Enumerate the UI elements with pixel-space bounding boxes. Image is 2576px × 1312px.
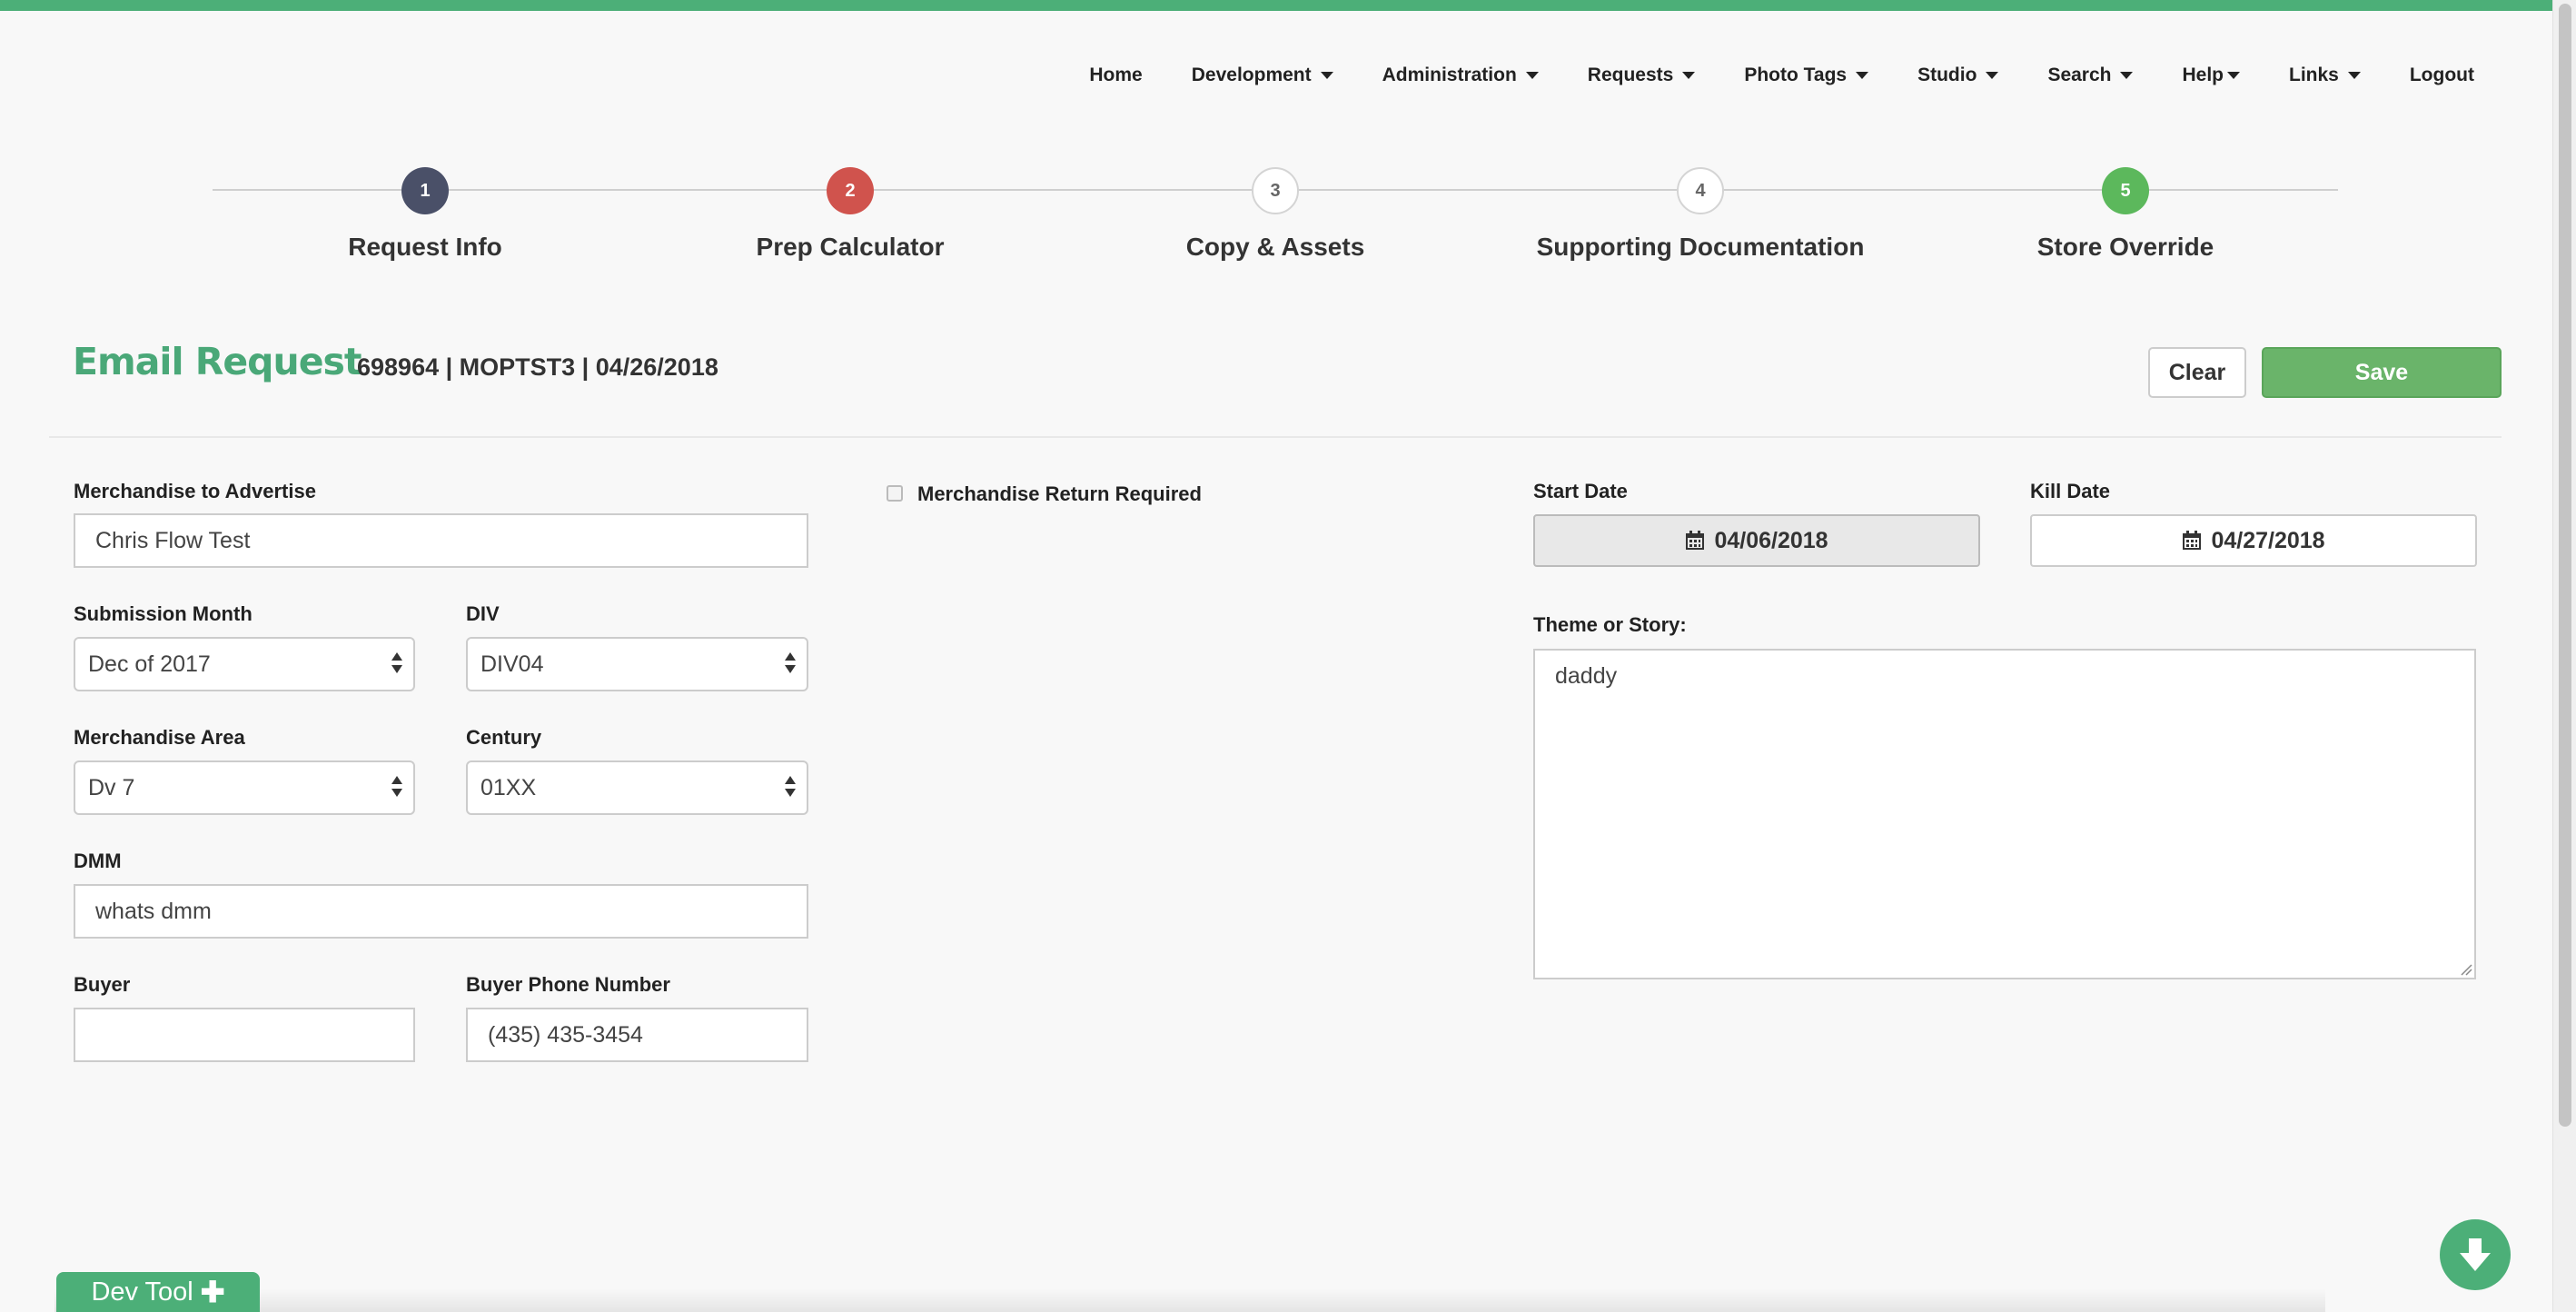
merchandise-input[interactable]: Chris Flow Test (74, 513, 808, 568)
caret-down-icon (1525, 72, 1539, 79)
step-copy-assets[interactable]: 3 Copy & Assets (1075, 167, 1475, 262)
header-divider (49, 436, 2502, 438)
buyer-input[interactable] (74, 1008, 415, 1062)
step-number: 4 (1677, 167, 1724, 214)
dmm-input[interactable]: whats dmm (74, 884, 808, 939)
save-button[interactable]: Save (2262, 347, 2502, 398)
scroll-thumb[interactable] (2559, 4, 2571, 1127)
clear-button[interactable]: Clear (2148, 347, 2246, 398)
caret-down-icon (2120, 72, 2134, 79)
kill-date-value: 04/27/2018 (2211, 527, 2325, 553)
nav-label: Development (1191, 65, 1312, 85)
buyer-phone-input[interactable]: (435) 435-3454 (466, 1008, 808, 1062)
select-arrows-icon (785, 651, 798, 677)
start-date-value: 04/06/2018 (1714, 527, 1828, 553)
arrow-down-icon (2460, 1238, 2491, 1271)
step-number: 5 (2102, 167, 2149, 214)
nav-requests[interactable]: Requests (1588, 65, 1696, 86)
step-supporting-documentation[interactable]: 4 Supporting Documentation (1501, 167, 1900, 262)
return-required-label: Merchandise Return Required (917, 482, 1202, 505)
theme-textarea[interactable]: daddy (1533, 649, 2476, 979)
step-number: 1 (401, 167, 449, 214)
div-value: DIV04 (481, 651, 544, 677)
step-label: Store Override (2036, 233, 2214, 261)
caret-down-icon (1682, 72, 1696, 79)
step-request-info[interactable]: 1 Request Info (225, 167, 625, 262)
start-date-field[interactable]: 04/06/2018 (1533, 514, 1980, 567)
submission-month-select[interactable]: Dec of 2017 (74, 637, 415, 691)
century-label: Century (466, 726, 542, 749)
nav-administration[interactable]: Administration (1382, 65, 1539, 86)
century-value: 01XX (481, 774, 537, 800)
return-required-checkbox[interactable] (887, 485, 903, 502)
select-arrows-icon (785, 775, 798, 800)
top-accent-bar (0, 0, 2576, 11)
merchandise-label: Merchandise to Advertise (74, 480, 316, 502)
div-label: DIV (466, 602, 500, 625)
bottom-shadow (54, 1288, 2325, 1312)
nav-search[interactable]: Search (2047, 65, 2134, 86)
kill-date-label: Kill Date (2030, 480, 2111, 502)
submission-month-value: Dec of 2017 (88, 651, 211, 677)
kill-date-field[interactable]: 04/27/2018 (2030, 514, 2477, 567)
buyer-phone-label: Buyer Phone Number (466, 973, 670, 996)
calendar-icon (1685, 531, 1705, 551)
nav-label: Search (2047, 65, 2112, 85)
merch-area-select[interactable]: Dv 7 (74, 760, 415, 815)
step-number: 2 (827, 167, 874, 214)
nav-label: Logout (2409, 65, 2474, 85)
nav-label: Home (1089, 65, 1143, 85)
main-nav: Home Development Administration Requests… (1040, 60, 2474, 91)
scroll-down-button[interactable] (2440, 1219, 2511, 1290)
dev-tool-button[interactable]: Dev Tool ✚ (56, 1272, 260, 1312)
nav-label: Links (2289, 65, 2339, 85)
merch-area-label: Merchandise Area (74, 726, 245, 749)
div-select[interactable]: DIV04 (466, 637, 808, 691)
nav-photo-tags[interactable]: Photo Tags (1744, 65, 1869, 86)
step-prep-calculator[interactable]: 2 Prep Calculator (650, 167, 1050, 262)
theme-label: Theme or Story: (1533, 613, 1687, 636)
calendar-icon (2182, 531, 2202, 551)
merch-area-value: Dv 7 (88, 774, 135, 800)
nav-studio[interactable]: Studio (1917, 65, 1999, 86)
nav-help[interactable]: Help (2182, 65, 2240, 86)
nav-label: Photo Tags (1744, 65, 1848, 85)
select-arrows-icon (391, 651, 404, 677)
step-label: Request Info (348, 233, 502, 261)
step-number: 3 (1252, 167, 1299, 214)
nav-logout[interactable]: Logout (2410, 65, 2474, 86)
nav-label: Studio (1917, 65, 1977, 85)
request-meta: 698964 | MOPTST3 | 04/26/2018 (357, 353, 718, 381)
submission-month-label: Submission Month (74, 602, 253, 625)
nav-label: Help (2182, 65, 2224, 85)
theme-value: daddy (1555, 663, 1618, 689)
step-label: Supporting Documentation (1536, 233, 1865, 261)
plus-icon: ✚ (200, 1276, 225, 1308)
step-label: Copy & Assets (1185, 233, 1365, 261)
select-arrows-icon (391, 775, 404, 800)
step-store-override[interactable]: 5 Store Override (1926, 167, 2325, 262)
nav-development[interactable]: Development (1192, 65, 1333, 86)
start-date-label: Start Date (1533, 480, 1628, 502)
nav-home[interactable]: Home (1089, 65, 1142, 86)
buyer-label: Buyer (74, 973, 131, 996)
resize-handle-icon[interactable] (2460, 963, 2472, 976)
caret-down-icon (1320, 72, 1333, 79)
caret-down-icon (1856, 72, 1869, 79)
nav-links[interactable]: Links (2289, 65, 2361, 86)
step-label: Prep Calculator (756, 233, 945, 261)
page-title: Email Request (73, 340, 362, 383)
dev-tool-label: Dev Tool (91, 1277, 193, 1307)
nav-label: Requests (1587, 65, 1674, 85)
page-scrollbar[interactable] (2552, 0, 2576, 1312)
dmm-label: DMM (74, 850, 122, 872)
nav-label: Administration (1382, 65, 1517, 85)
century-select[interactable]: 01XX (466, 760, 808, 815)
caret-down-icon (2227, 72, 2240, 79)
caret-down-icon (1986, 72, 1999, 79)
caret-down-icon (2347, 72, 2361, 79)
